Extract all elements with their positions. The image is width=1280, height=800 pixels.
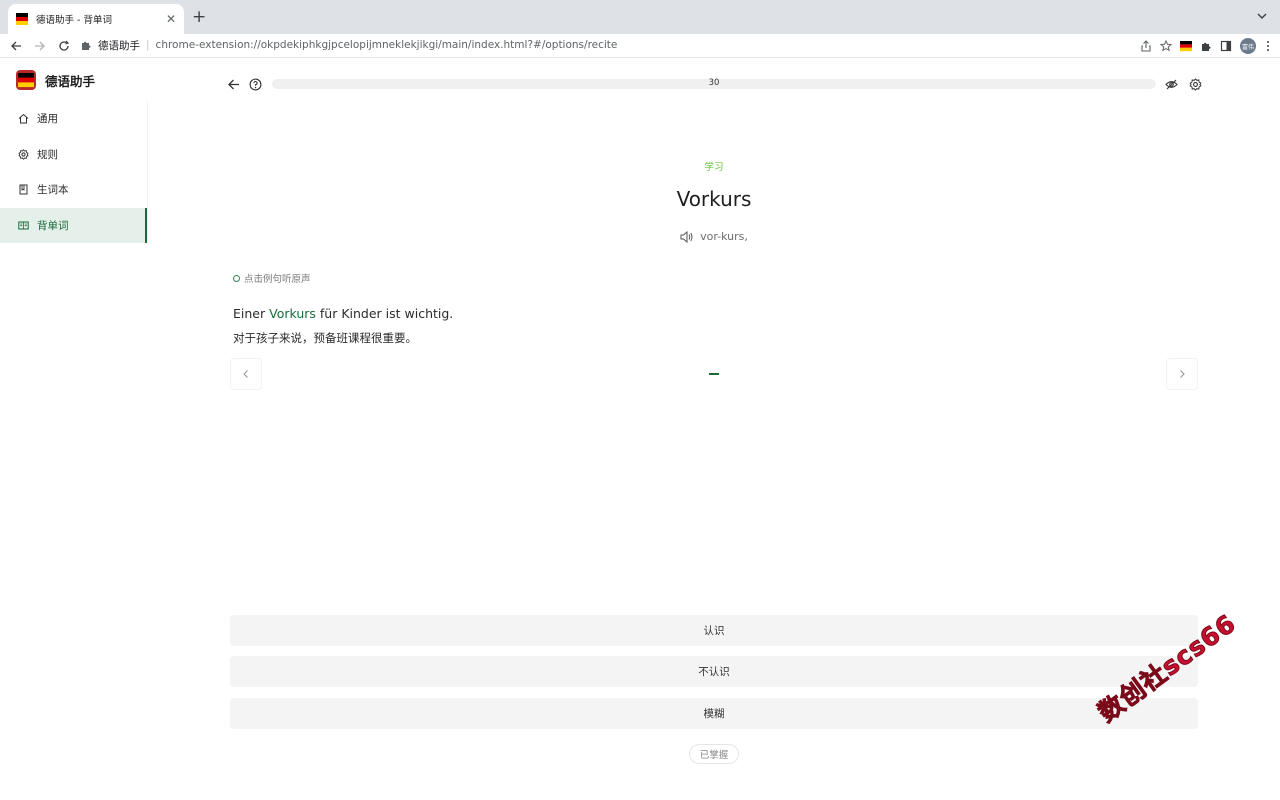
sidebar-item-vocab-book[interactable]: 生词本 [0,172,147,208]
recite-topbar: 30 [224,75,1202,93]
gear-icon [18,148,29,160]
example-hint: 点击例句听原声 [233,271,311,285]
extension-flag-icon [16,13,28,25]
sidebar: 德语助手 通用 规则 生词本 背单词 [0,59,148,800]
forward-icon[interactable] [28,34,52,58]
sidebar-item-rules[interactable]: 规则 [0,137,147,173]
pronunciation-text: vor-kurs, [700,230,748,243]
profile-avatar[interactable]: 富伟 [1240,38,1256,54]
tab-search-chevron-icon[interactable] [1256,10,1268,22]
extensions-puzzle-icon[interactable] [1200,40,1212,52]
new-tab-icon[interactable]: + [192,8,206,26]
example-text-before: Einer [233,306,270,321]
sidebar-item-recite[interactable]: 背单词 [0,207,147,243]
more-menu-icon[interactable] [1264,40,1272,52]
app-logo-icon [16,70,36,90]
speaker-icon[interactable] [680,230,694,243]
back-arrow-icon[interactable] [224,75,242,93]
example-sentence[interactable]: Einer Vorkurs für Kinder ist wichtig. [233,306,453,321]
sidebar-menu: 通用 规则 生词本 背单词 [0,101,148,243]
side-panel-icon[interactable] [1220,40,1232,52]
progress-bar: 30 [272,78,1156,89]
carousel-indicator[interactable] [709,373,719,375]
address-ext-label: 德语助手 [98,39,140,52]
carousel-next-button[interactable] [1166,358,1198,390]
tab-title: 德语助手 - 背单词 [36,15,112,26]
know-button[interactable]: 认识 [230,615,1198,646]
bookmark-star-icon[interactable] [1160,40,1172,52]
address-separator: | [146,39,150,51]
sidebar-item-label: 背单词 [37,219,69,232]
sidebar-item-label: 生词本 [37,184,69,197]
progress-count: 30 [708,78,720,88]
hint-dot-icon [233,274,240,282]
chevron-left-icon [243,370,248,378]
chevron-right-icon [1180,370,1185,378]
browser-toolbar: 德语助手 | chrome-extension://okpdekiphkgjpc… [0,34,1280,58]
mastered-button[interactable]: 已掌握 [689,744,739,764]
example-translation: 对于孩子来说，预备班课程很重要。 [233,331,417,345]
dont-know-button[interactable]: 不认识 [230,656,1198,687]
tab-close-icon[interactable]: ✕ [166,13,176,25]
share-icon[interactable] [1140,40,1152,52]
sidebar-item-general[interactable]: 通用 [0,101,147,137]
sidebar-item-label: 通用 [37,113,58,126]
vague-button[interactable]: 模糊 [230,698,1198,729]
extension-flag-button-icon[interactable] [1180,40,1192,52]
pronunciation[interactable]: vor-kurs, [628,230,800,243]
brand: 德语助手 [0,59,148,101]
reload-icon[interactable] [52,34,76,58]
status-tag: 学习 [704,162,724,173]
address-url[interactable]: chrome-extension://okpdekiphkgjpcelopijm… [156,39,618,51]
back-icon[interactable] [4,34,28,58]
address-bar[interactable]: 德语助手 | chrome-extension://okpdekiphkgjpc… [80,35,1152,55]
browser-tab-bar: 德语助手 - 背单词 ✕ + [0,0,1280,34]
extension-puzzle-icon [82,41,91,50]
carousel-prev-button[interactable] [230,358,262,390]
settings-gear-icon[interactable] [1186,75,1204,93]
reader-icon [18,221,29,230]
home-icon [18,114,29,124]
example-text-after: für Kinder ist wichtig. [315,306,454,321]
app-name: 德语助手 [45,73,96,89]
example-highlight-word: Vorkurs [269,306,316,321]
sidebar-item-label: 规则 [37,148,58,161]
hide-eye-icon[interactable] [1162,75,1180,93]
hint-text: 点击例句听原声 [244,274,311,285]
book-icon [19,184,28,195]
help-icon[interactable] [246,75,264,93]
word-title: Vorkurs [676,187,752,211]
browser-tab[interactable]: 德语助手 - 背单词 ✕ [8,4,184,34]
